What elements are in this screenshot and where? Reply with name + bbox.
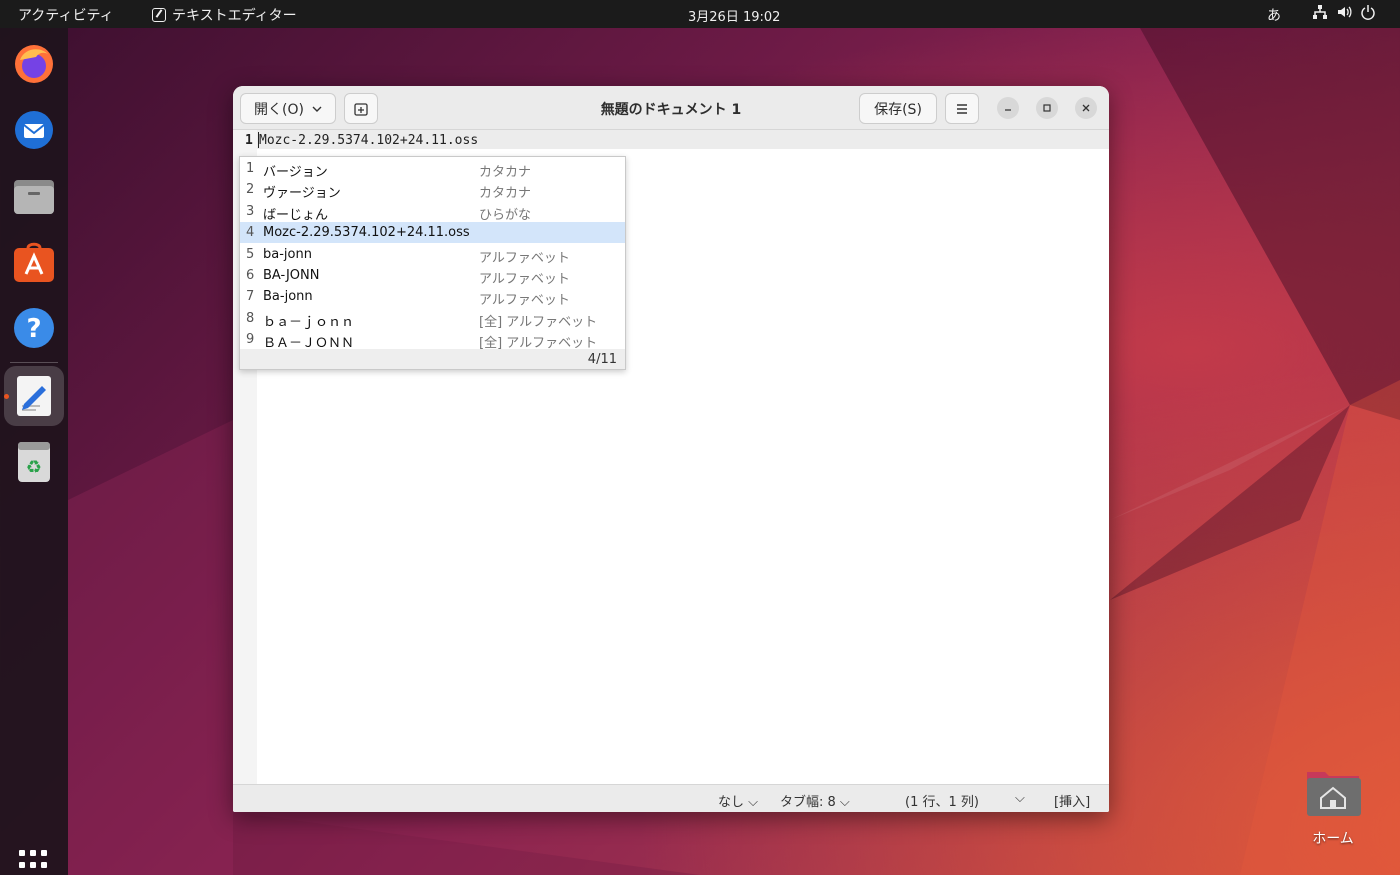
- running-indicator: [4, 394, 9, 399]
- candidate-item[interactable]: 3 ばーじょん ひらがな: [240, 201, 625, 223]
- clock[interactable]: 3月26日 19:02: [688, 6, 780, 25]
- candidate-number: 2: [246, 182, 255, 198]
- candidate-page-indicator: 4/11: [587, 352, 617, 367]
- save-button[interactable]: 保存(S): [859, 93, 937, 124]
- candidate-description: アルファベット: [479, 293, 570, 309]
- candidate-description: ひらがな: [479, 207, 532, 223]
- cursor-position[interactable]: (1 行、1 列): [905, 791, 979, 810]
- app-center-icon[interactable]: [10, 238, 58, 286]
- candidate-description: アルファベット: [479, 250, 570, 266]
- tab-width-selector[interactable]: タブ幅: 8 ⌵: [780, 791, 850, 810]
- candidate-number: 1: [246, 161, 255, 176]
- candidate-item[interactable]: 4 Mozc-2.29.5374.102+24.11.oss: [240, 222, 625, 244]
- input-method-indicator[interactable]: あ: [1267, 5, 1281, 25]
- home-folder-icon[interactable]: [1305, 766, 1361, 818]
- dock: ? ♻: [0, 28, 68, 875]
- minimize-icon: [1005, 109, 1011, 111]
- app-menu-label: テキストエディター: [172, 8, 297, 24]
- candidate-number: 7: [246, 289, 255, 305]
- thunderbird-icon[interactable]: [10, 106, 58, 154]
- text-editor-small-icon: [152, 8, 166, 22]
- candidate-number: 9: [246, 332, 255, 348]
- candidate-description: アルファベット: [479, 272, 570, 287]
- header-bar: 開く(O) 無題のドキュメント 1 保存(S): [233, 86, 1109, 130]
- candidate-item[interactable]: 6 BA-JONN アルファベット: [240, 265, 625, 287]
- top-bar: アクティビティ テキストエディター 3月26日 19:02 あ: [0, 0, 1400, 28]
- candidate-item[interactable]: 5 ba-jonn アルファベット: [240, 244, 625, 266]
- help-icon[interactable]: ?: [10, 304, 58, 352]
- text-caret: [258, 132, 259, 148]
- volume-icon: [1338, 6, 1352, 18]
- maximize-button[interactable]: [1036, 97, 1058, 119]
- position-dropdown-icon[interactable]: ⌵: [1015, 791, 1025, 806]
- candidate-description: カタカナ: [479, 186, 532, 202]
- candidate-footer: 4/11: [240, 349, 625, 369]
- candidate-text: ba-jonn: [263, 246, 312, 262]
- candidate-item[interactable]: 7 Ba-jonn アルファベット: [240, 286, 625, 309]
- show-apps-button[interactable]: [19, 850, 51, 875]
- status-bar: なし ⌵ タブ幅: 8 ⌵ (1 行、1 列) ⌵ [挿入]: [233, 784, 1109, 812]
- activities-button[interactable]: アクティビティ: [18, 5, 114, 25]
- dock-separator: [10, 362, 58, 363]
- candidate-text: バージョン: [263, 165, 328, 180]
- minimize-button[interactable]: [997, 97, 1019, 119]
- candidate-number: 5: [246, 246, 255, 262]
- candidate-text: BA-JONN: [263, 268, 320, 283]
- candidate-text: ヴァージョン: [263, 186, 341, 202]
- power-icon: [1361, 5, 1375, 20]
- app-menu[interactable]: テキストエディター: [152, 5, 297, 25]
- system-tray[interactable]: [1312, 4, 1376, 20]
- save-button-label: 保存(S): [874, 101, 922, 118]
- candidate-description: [全] アルファベット: [479, 314, 598, 330]
- maximize-icon: [1043, 104, 1051, 112]
- candidate-number: 3: [246, 203, 255, 219]
- candidate-text: ｂａ－ｊｏｎｎ: [263, 314, 355, 330]
- candidate-item[interactable]: 8 ｂａ－ｊｏｎｎ [全] アルファベット: [240, 308, 625, 330]
- candidate-item[interactable]: 2 ヴァージョン カタカナ: [240, 179, 625, 202]
- editor-text-line[interactable]: Mozc-2.29.5374.102+24.11.oss: [259, 133, 478, 148]
- close-button[interactable]: [1075, 97, 1097, 119]
- svg-text:♻: ♻: [26, 457, 42, 478]
- candidate-text: ばーじょん: [263, 207, 329, 223]
- candidate-item[interactable]: 9 ＢＡ－ＪＯＮＮ [全] アルファベット: [240, 329, 625, 351]
- ime-candidate-window: 1 バージョン カタカナ 2 ヴァージョン カタカナ 3 ばーじょん ひらがな 4 Mozc-2.2…: [239, 156, 626, 370]
- hamburger-menu-icon: [957, 103, 967, 114]
- files-icon[interactable]: [10, 172, 58, 220]
- candidate-number: 8: [246, 310, 255, 326]
- candidate-description: カタカナ: [479, 165, 532, 180]
- text-editor-icon[interactable]: [4, 366, 64, 426]
- svg-text:?: ?: [26, 314, 41, 344]
- candidate-number: 4: [246, 225, 255, 241]
- language-selector[interactable]: なし ⌵: [718, 791, 758, 810]
- candidate-number: 6: [246, 268, 255, 283]
- candidate-text: Mozc-2.29.5374.102+24.11.oss: [263, 225, 470, 241]
- line-number: 1: [245, 133, 253, 148]
- firefox-icon[interactable]: [10, 40, 58, 88]
- insert-mode-indicator[interactable]: [挿入]: [1054, 791, 1090, 810]
- close-icon: [1082, 104, 1090, 112]
- trash-icon[interactable]: ♻: [10, 438, 58, 486]
- candidate-item[interactable]: 1 バージョン カタカナ: [240, 158, 625, 180]
- menu-button[interactable]: [945, 93, 979, 124]
- network-icon: [1313, 5, 1327, 19]
- candidate-text: Ba-jonn: [263, 289, 313, 305]
- home-folder-label: ホーム: [1312, 831, 1354, 847]
